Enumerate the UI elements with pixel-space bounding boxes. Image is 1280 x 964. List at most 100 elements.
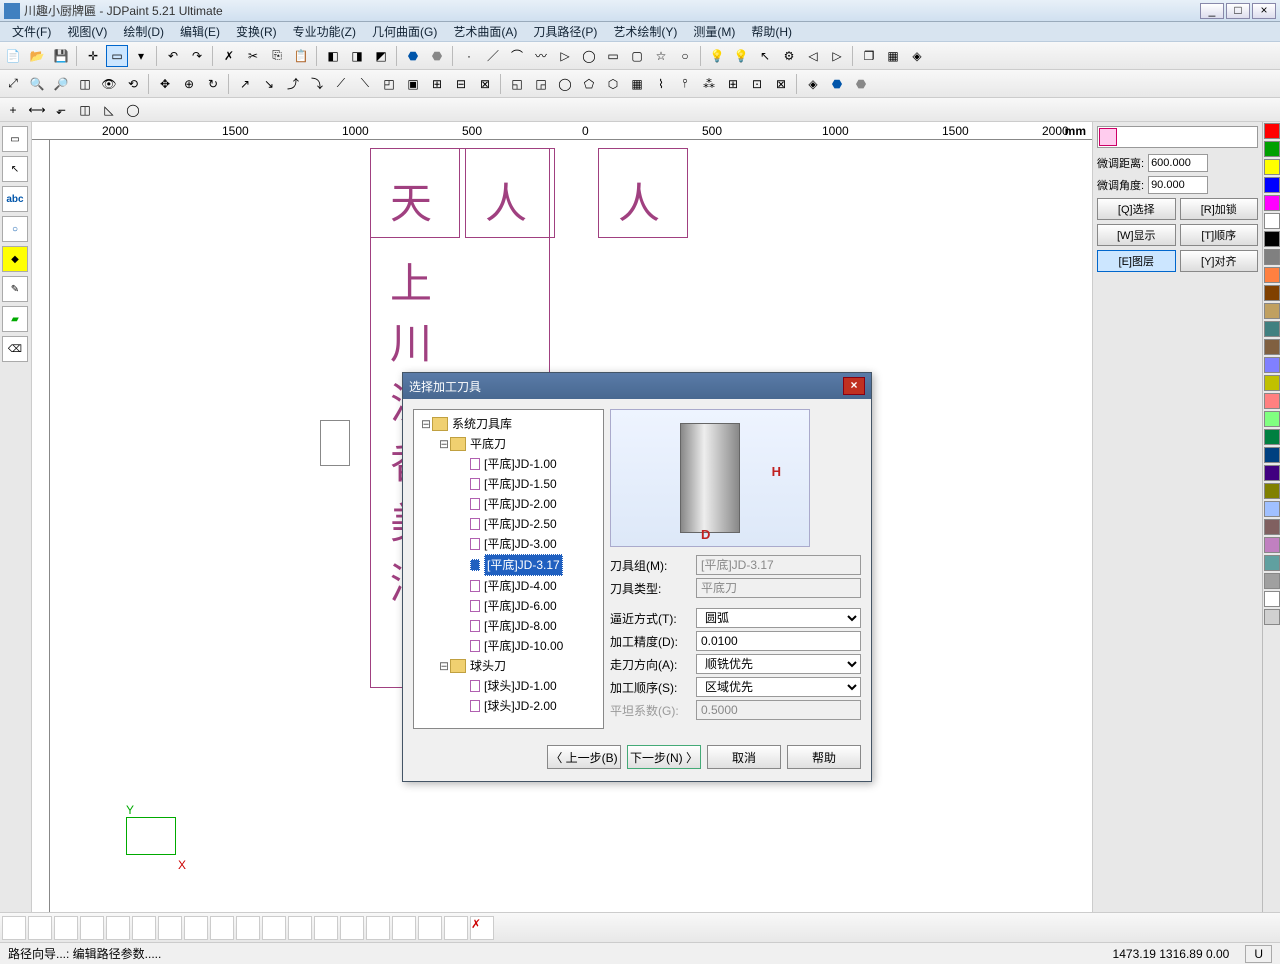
arc-icon[interactable]: ⌒	[506, 45, 528, 67]
color-swatch[interactable]	[1264, 609, 1280, 625]
bt6-icon[interactable]	[132, 916, 156, 940]
btn-order[interactable]: [T]顺序	[1180, 224, 1259, 246]
op4-icon[interactable]: ⬠	[578, 73, 600, 95]
color-swatch[interactable]	[1264, 249, 1280, 265]
menu-edit[interactable]: 编辑(E)	[172, 21, 228, 42]
point-icon[interactable]: ·	[458, 45, 480, 67]
close-button[interactable]: ×	[1252, 3, 1276, 19]
bt9-icon[interactable]	[210, 916, 234, 940]
lt-text-icon[interactable]: abc	[2, 186, 28, 212]
tree-leaf[interactable]: [球头]JD-1.00	[418, 676, 599, 696]
bt5-icon[interactable]	[106, 916, 130, 940]
dialog-close-icon[interactable]: ×	[843, 377, 865, 395]
copy-icon[interactable]: ⎘	[266, 45, 288, 67]
path5-icon[interactable]: ⟋	[330, 73, 352, 95]
op11-icon[interactable]: ⊡	[746, 73, 768, 95]
arrow-icon[interactable]: ▷	[554, 45, 576, 67]
op9-icon[interactable]: ⁂	[698, 73, 720, 95]
order-select[interactable]: 区域优先	[696, 677, 861, 697]
path8-icon[interactable]: ▣	[402, 73, 424, 95]
snap3-icon[interactable]: ⬐	[50, 99, 72, 121]
precision-input[interactable]	[696, 631, 861, 651]
zoom-out-icon[interactable]: 🔎	[50, 73, 72, 95]
zoom2-icon[interactable]: ⊕	[178, 73, 200, 95]
shield-gray-icon[interactable]: ⬣	[426, 45, 448, 67]
tree-leaf[interactable]: [平底]JD-4.00	[418, 576, 599, 596]
bt17-icon[interactable]	[418, 916, 442, 940]
color-swatch[interactable]	[1264, 141, 1280, 157]
sh2-icon[interactable]: ⬣	[826, 73, 848, 95]
delete-icon[interactable]: ✗	[218, 45, 240, 67]
cut-icon[interactable]: ✂	[242, 45, 264, 67]
tree-group-ball[interactable]: ⊟ 球头刀	[418, 656, 599, 676]
refresh-icon[interactable]: ↻	[202, 73, 224, 95]
snap6-icon[interactable]: ◯	[122, 99, 144, 121]
color-swatch[interactable]	[1264, 195, 1280, 211]
color-swatch[interactable]	[1264, 411, 1280, 427]
menu-art-draw[interactable]: 艺术绘制(Y)	[605, 21, 685, 42]
bt16-icon[interactable]	[392, 916, 416, 940]
open-icon[interactable]: 📂	[26, 45, 48, 67]
color-swatch[interactable]	[1264, 267, 1280, 283]
new-icon[interactable]: 📄	[2, 45, 24, 67]
dropdown-icon[interactable]: ▾	[130, 45, 152, 67]
path11-icon[interactable]: ⊠	[474, 73, 496, 95]
roundrect-icon[interactable]: ▢	[626, 45, 648, 67]
angle-input[interactable]	[1148, 176, 1208, 194]
nav-right-icon[interactable]: ▷	[826, 45, 848, 67]
bt7-icon[interactable]	[158, 916, 182, 940]
btn-align[interactable]: [Y]对齐	[1180, 250, 1259, 272]
tree-leaf[interactable]: [平底]JD-8.00	[418, 616, 599, 636]
color-swatch[interactable]	[1264, 231, 1280, 247]
bt10-icon[interactable]	[236, 916, 260, 940]
menu-geom[interactable]: 几何曲面(G)	[364, 21, 445, 42]
lt-erase-icon[interactable]: ⌫	[2, 336, 28, 362]
sh1-icon[interactable]: ◈	[802, 73, 824, 95]
menu-transform[interactable]: 变换(R)	[228, 21, 285, 42]
zoom-fit-icon[interactable]: ⤢	[2, 73, 24, 95]
menu-toolpath[interactable]: 刀具路径(P)	[525, 21, 605, 42]
op7-icon[interactable]: ⌇	[650, 73, 672, 95]
color-swatch[interactable]	[1264, 573, 1280, 589]
tool-c-icon[interactable]: ◩	[370, 45, 392, 67]
btn-select[interactable]: [Q]选择	[1097, 198, 1176, 220]
nav-left-icon[interactable]: ◁	[802, 45, 824, 67]
sh3-icon[interactable]: ⬣	[850, 73, 872, 95]
tree-leaf[interactable]: [平底]JD-1.00	[418, 454, 599, 474]
path4-icon[interactable]: ⤵	[306, 73, 328, 95]
color-swatch[interactable]	[1264, 285, 1280, 301]
op5-icon[interactable]: ⬡	[602, 73, 624, 95]
btn-show[interactable]: [W]显示	[1097, 224, 1176, 246]
line-icon[interactable]: ／	[482, 45, 504, 67]
save-icon[interactable]: 💾	[50, 45, 72, 67]
tree-root[interactable]: ⊟ 系统刀具库	[418, 414, 599, 434]
bt15-icon[interactable]	[366, 916, 390, 940]
grid-icon[interactable]: ▦	[882, 45, 904, 67]
crosshair-icon[interactable]: ✛	[82, 45, 104, 67]
undo-icon[interactable]: ↶	[162, 45, 184, 67]
select-icon[interactable]: ▭	[106, 45, 128, 67]
color-swatch[interactable]	[1264, 501, 1280, 517]
menu-measure[interactable]: 测量(M)	[685, 21, 743, 42]
path10-icon[interactable]: ⊟	[450, 73, 472, 95]
color-swatch[interactable]	[1264, 321, 1280, 337]
bt2-icon[interactable]	[28, 916, 52, 940]
direction-select[interactable]: 顺铣优先	[696, 654, 861, 674]
layers-icon[interactable]: ❐	[858, 45, 880, 67]
gear-icon[interactable]: ⚙	[778, 45, 800, 67]
bulb1-icon[interactable]: 💡	[706, 45, 728, 67]
lt-fill-icon[interactable]: ▰	[2, 306, 28, 332]
tree-leaf[interactable]: [球头]JD-2.00	[418, 696, 599, 716]
color-swatch[interactable]	[1264, 357, 1280, 373]
ellipse-icon[interactable]: ◯	[578, 45, 600, 67]
color-swatch[interactable]	[1264, 213, 1280, 229]
view2-icon[interactable]: ⟲	[122, 73, 144, 95]
color-swatch[interactable]	[1264, 177, 1280, 193]
view1-icon[interactable]: ◫	[74, 73, 96, 95]
lt-pen-icon[interactable]: ✎	[2, 276, 28, 302]
lt-circle-icon[interactable]: ○	[2, 216, 28, 242]
minimize-button[interactable]: _	[1200, 3, 1224, 19]
color-swatch[interactable]	[1264, 375, 1280, 391]
bt4-icon[interactable]	[80, 916, 104, 940]
path2-icon[interactable]: ↘	[258, 73, 280, 95]
